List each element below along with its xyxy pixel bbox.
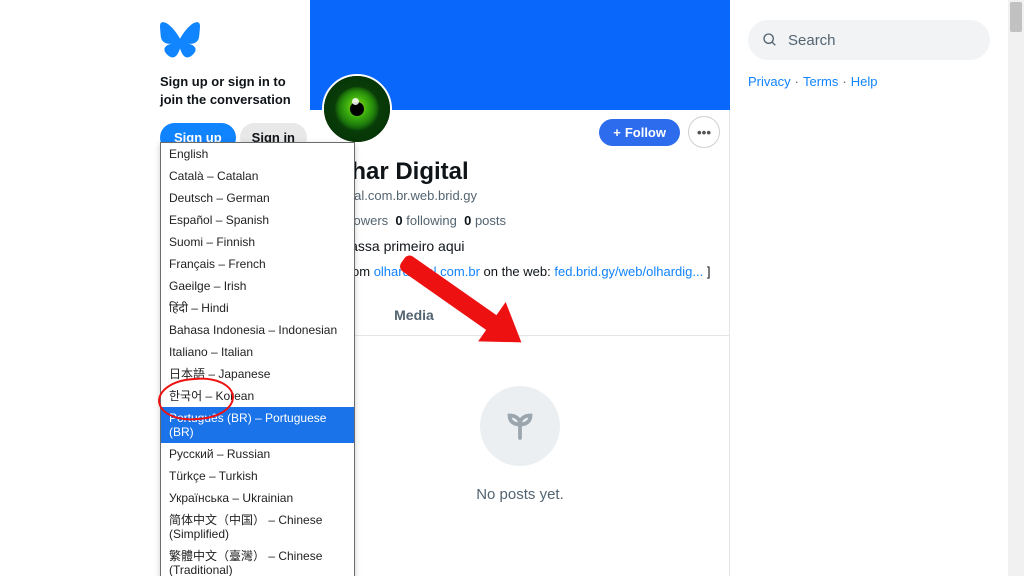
posts-label: posts	[475, 213, 506, 228]
bridge-link-1[interactable]: olhardigital.com.br	[374, 264, 480, 279]
profile-bio: ro passa primeiro aqui	[326, 238, 714, 254]
link-privacy[interactable]: Privacy	[748, 74, 791, 89]
language-option[interactable]: Suomi – Finnish	[161, 231, 354, 253]
search-input[interactable]: Search	[748, 20, 990, 60]
language-option[interactable]: 한국어 – Korean	[161, 385, 354, 407]
sprout-icon	[480, 386, 560, 466]
bridge-line: ed from olhardigital.com.br on the web: …	[326, 264, 714, 279]
following-label: following	[406, 213, 457, 228]
language-option[interactable]: Português (BR) – Portuguese (BR)	[161, 407, 354, 443]
posts-count: 0	[464, 213, 471, 228]
page-scrollbar[interactable]	[1008, 0, 1024, 576]
link-terms[interactable]: Terms	[803, 74, 838, 89]
language-option[interactable]: 日本語 – Japanese	[161, 363, 354, 385]
handle: rdigital.com.br.web.brid.gy	[326, 188, 714, 203]
tagline: Sign up or sign in to join the conversat…	[160, 73, 310, 109]
language-option[interactable]: 简体中文（中国） – Chinese (Simplified)	[161, 509, 354, 545]
scrollbar-thumb[interactable]	[1010, 2, 1022, 32]
following-count: 0	[395, 213, 402, 228]
language-option[interactable]: Català – Catalan	[161, 165, 354, 187]
language-option[interactable]: Bahasa Indonesia – Indonesian	[161, 319, 354, 341]
footer-links: Privacy·Terms·Help	[748, 74, 990, 89]
link-help[interactable]: Help	[851, 74, 878, 89]
search-placeholder: Search	[788, 32, 836, 49]
profile-stats: 0 followers 0 following 0 posts	[326, 213, 714, 228]
language-option[interactable]: 繁體中文（臺灣） – Chinese (Traditional)	[161, 545, 354, 576]
bridge-link-2[interactable]: fed.brid.gy/web/olhardig...	[554, 264, 703, 279]
profile-tabs: Posts Media	[310, 297, 730, 336]
right-panel: Search Privacy·Terms·Help	[730, 0, 1008, 576]
profile-column: +Follow ••• Olhar Digital rdigital.com.b…	[310, 0, 730, 576]
language-option[interactable]: Deutsch – German	[161, 187, 354, 209]
language-option[interactable]: हिंदी – Hindi	[161, 297, 354, 319]
language-option[interactable]: Français – French	[161, 253, 354, 275]
language-option[interactable]: English	[161, 143, 354, 165]
language-option[interactable]: Українська – Ukrainian	[161, 487, 354, 509]
empty-message: No posts yet.	[310, 486, 730, 503]
language-option[interactable]: Italiano – Italian	[161, 341, 354, 363]
language-option[interactable]: Gaeilge – Irish	[161, 275, 354, 297]
display-name: Olhar Digital	[326, 158, 714, 186]
tab-media[interactable]: Media	[394, 297, 434, 335]
language-option[interactable]: Türkçe – Turkish	[161, 465, 354, 487]
empty-state: No posts yet.	[310, 336, 730, 503]
language-option[interactable]: Русский – Russian	[161, 443, 354, 465]
language-option[interactable]: Español – Spanish	[161, 209, 354, 231]
bluesky-logo[interactable]	[160, 22, 310, 63]
search-icon	[762, 32, 778, 48]
language-menu[interactable]: EnglishCatalà – CatalanDeutsch – GermanE…	[160, 142, 355, 576]
